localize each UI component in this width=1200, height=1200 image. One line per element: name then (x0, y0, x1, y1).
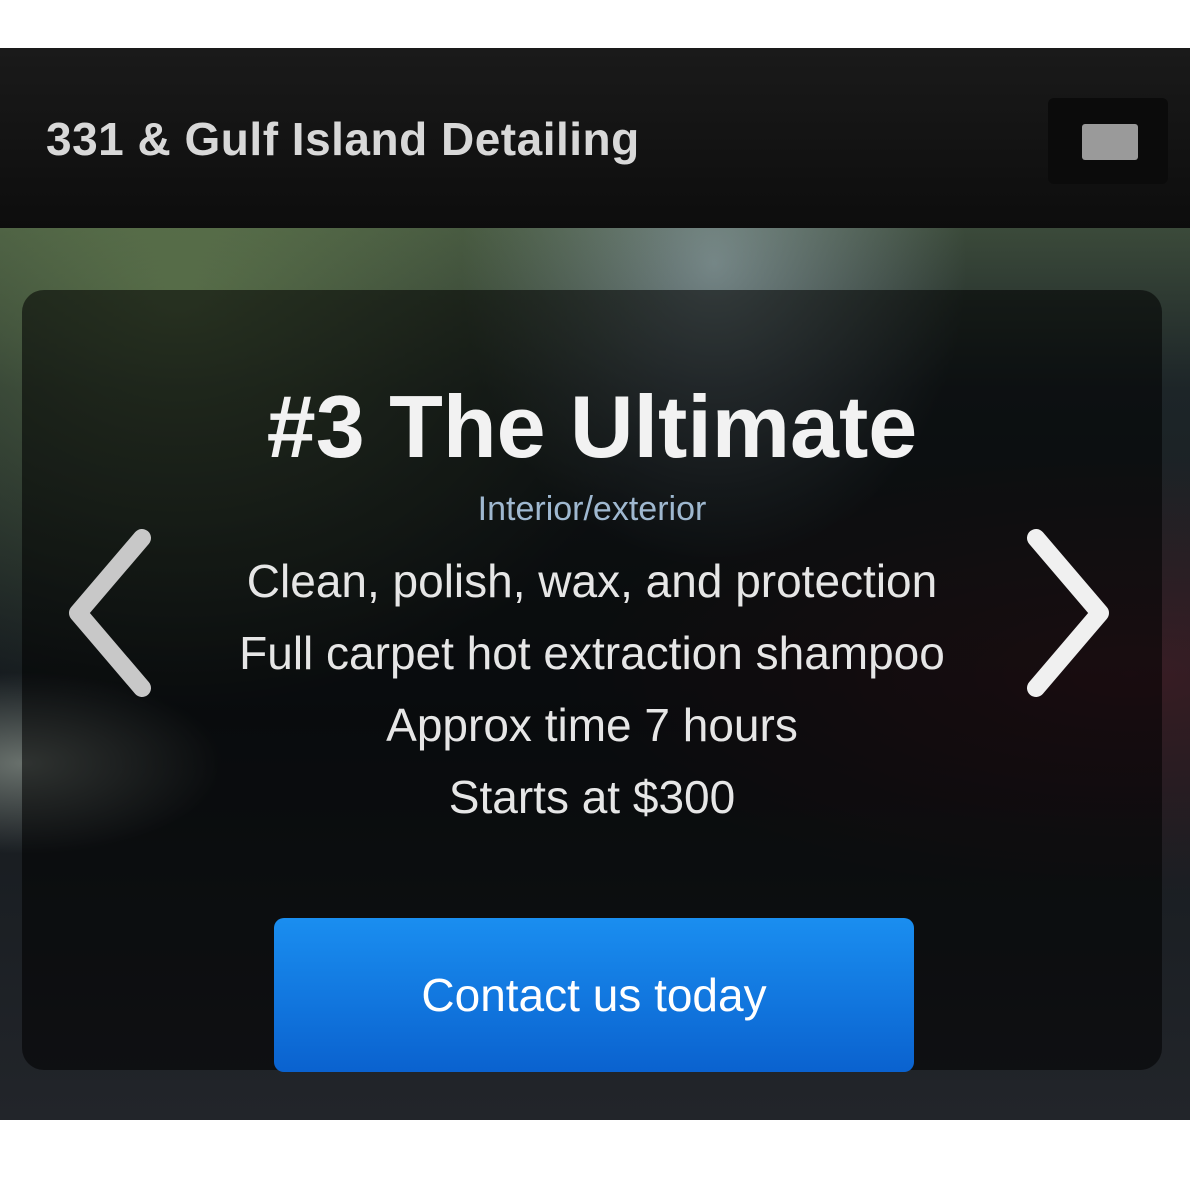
hero-carousel: #3 The Ultimate Interior/exterior Clean,… (0, 228, 1190, 1120)
hamburger-icon (1082, 124, 1138, 160)
menu-toggle-button[interactable] (1048, 98, 1168, 184)
package-title: #3 The Ultimate (266, 377, 918, 476)
package-detail: Full carpet hot extraction shampoo (239, 627, 945, 679)
contact-us-button[interactable]: Contact us today (274, 918, 914, 1072)
package-subtitle: Interior/exterior (477, 490, 707, 528)
page-frame: 331 & Gulf Island Detailing #3 The Ultim… (0, 48, 1190, 1120)
package-price: Starts at $300 (448, 771, 736, 823)
navbar: 331 & Gulf Island Detailing (0, 48, 1190, 228)
brand-title[interactable]: 331 & Gulf Island Detailing (46, 112, 640, 166)
package-duration: Approx time 7 hours (386, 699, 798, 751)
chevron-right-icon[interactable] (1024, 528, 1114, 698)
package-detail: Clean, polish, wax, and protection (246, 555, 938, 607)
chevron-left-icon[interactable] (64, 528, 154, 698)
carousel-caption: #3 The Ultimate Interior/exterior Clean,… (22, 290, 1162, 1072)
